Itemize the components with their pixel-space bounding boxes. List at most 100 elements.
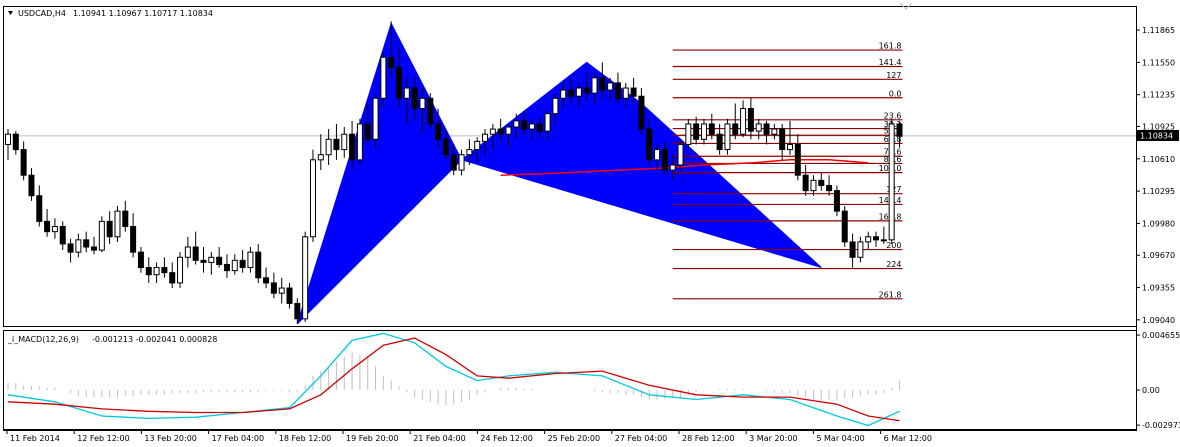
candle-body-bull <box>317 154 324 161</box>
candle-body-bear <box>239 259 246 269</box>
candle-body-bear <box>145 267 152 276</box>
candle-body-bear <box>708 123 715 135</box>
candle-body-bull <box>184 246 191 258</box>
price-tick-label: 1.11865 <box>1142 26 1175 35</box>
candle-body-bull <box>489 128 496 135</box>
candle-body-bull <box>880 239 887 242</box>
candle <box>724 118 731 155</box>
candle-body-bear <box>826 184 833 192</box>
candle-body-bear <box>442 138 449 156</box>
time-tick-label: 25 Feb 20:00 <box>548 434 600 443</box>
candle-body-bull <box>208 256 215 263</box>
price-tick-label: 1.10610 <box>1142 155 1175 164</box>
fib-level-label: 224 <box>886 260 901 269</box>
time-tick-label: 5 Mar 04:00 <box>816 434 864 443</box>
candle-body-bull <box>302 236 309 320</box>
candle-body-bear <box>20 149 27 176</box>
candle-body-bull <box>98 220 105 251</box>
candle-body-bear <box>427 97 434 125</box>
candle-body-bear <box>200 259 207 263</box>
candle-body-bull <box>51 226 58 233</box>
candle-body-bear <box>716 133 723 151</box>
candle-body-bull <box>309 159 316 238</box>
candle-body-bull <box>685 123 692 145</box>
time-tick-label: 11 Feb 2014 <box>10 434 60 443</box>
candle-body-bull <box>575 87 582 97</box>
candle-body-bear <box>818 179 825 186</box>
candle-body-bull <box>810 179 817 192</box>
candle-body-bull <box>177 256 184 284</box>
candle-body-bear <box>396 67 402 99</box>
candle-body-bear <box>521 120 528 130</box>
candle-body-bull <box>325 138 332 156</box>
candle-body-bull <box>740 108 747 135</box>
candle <box>177 252 184 289</box>
price-tick-label: 1.09670 <box>1142 251 1175 260</box>
candle-body-bull <box>622 87 629 99</box>
candle-body-bull <box>419 97 426 110</box>
candle-body-bear <box>794 143 801 176</box>
time-tick-label: 17 Feb 04:00 <box>212 434 264 443</box>
candle-body-bull <box>5 133 11 145</box>
candle-body-bull <box>677 143 684 166</box>
candle-body-bear <box>67 243 74 253</box>
candle-body-bear <box>646 128 653 161</box>
candle <box>356 118 363 165</box>
time-tick-label: 13 Feb 20:00 <box>144 434 196 443</box>
current-price-label: 1.10834 <box>1140 132 1173 141</box>
candle-body-bear <box>349 133 356 161</box>
fib-level-label: 261.8 <box>879 290 902 299</box>
candle-body-bear <box>873 236 880 241</box>
candle-body-bear <box>255 251 262 279</box>
candle-body-bear <box>44 220 51 233</box>
time-tick-label: 12 Feb 12:00 <box>77 434 129 443</box>
candle-body-bear <box>223 263 230 272</box>
candle-body-bull <box>114 210 121 238</box>
candle-body-bear <box>747 108 754 132</box>
macd-panel-frame <box>3 330 1137 430</box>
candle-body-bull <box>857 241 864 258</box>
candle-body-bear <box>763 123 770 135</box>
candle-body-bear <box>91 246 98 251</box>
candle-body-bear <box>169 272 176 284</box>
candle-body-bear <box>411 87 418 110</box>
candle-body-bear <box>779 128 786 151</box>
candle-body-bull <box>403 87 410 99</box>
candle-body-bull <box>458 154 465 171</box>
candle-body-bull <box>372 97 379 140</box>
price-tick-label: 1.09980 <box>1142 219 1175 228</box>
candle <box>302 231 309 322</box>
candle-body-bull <box>607 82 614 91</box>
candle-body-bull <box>560 89 567 99</box>
main-header-ohlc: 1.10941 1.10967 1.10717 1.10834 <box>73 9 213 18</box>
time-tick-label: 3 Mar 20:00 <box>749 434 797 443</box>
time-tick-label: 19 Feb 20:00 <box>346 434 398 443</box>
fib-level-label: 0.0 <box>889 89 902 98</box>
chart-canvas: 161.8141.41270.023.638.250.061.878.688.6… <box>3 2 1180 443</box>
candle-body-bear <box>12 133 19 151</box>
candle-body-bull <box>591 77 598 94</box>
main-header-symbol: USDCAD,H4 <box>18 9 66 18</box>
macd-tick-label: -0.002973 <box>1142 421 1180 430</box>
candle-body-bull <box>700 123 707 140</box>
macd-tick-label: 0.00 <box>1142 386 1160 395</box>
candle-body-bear <box>216 256 223 265</box>
candle-body-bull <box>544 113 551 132</box>
candle-body-bear <box>732 123 739 135</box>
fib-level-label: 161.8 <box>879 42 902 51</box>
candle-body-bear <box>833 190 840 212</box>
candle-body-bear <box>568 89 575 97</box>
candle-body-bull <box>153 267 160 276</box>
macd-header-values: -0.001213 -0.002041 0.000828 <box>92 335 217 344</box>
candle <box>114 205 121 242</box>
time-tick-label: 27 Feb 04:00 <box>615 434 667 443</box>
candle-body-bear <box>583 87 590 94</box>
candle-body-bear <box>536 123 543 132</box>
candle-body-bull <box>724 123 731 151</box>
candle-body-bear <box>841 210 848 243</box>
candle-body-bull <box>865 236 872 243</box>
candle-body-bear <box>130 226 137 253</box>
time-tick-label: 28 Feb 12:00 <box>682 434 734 443</box>
price-tick-label: 1.09040 <box>1142 316 1175 325</box>
candle-body-bear <box>802 174 809 192</box>
